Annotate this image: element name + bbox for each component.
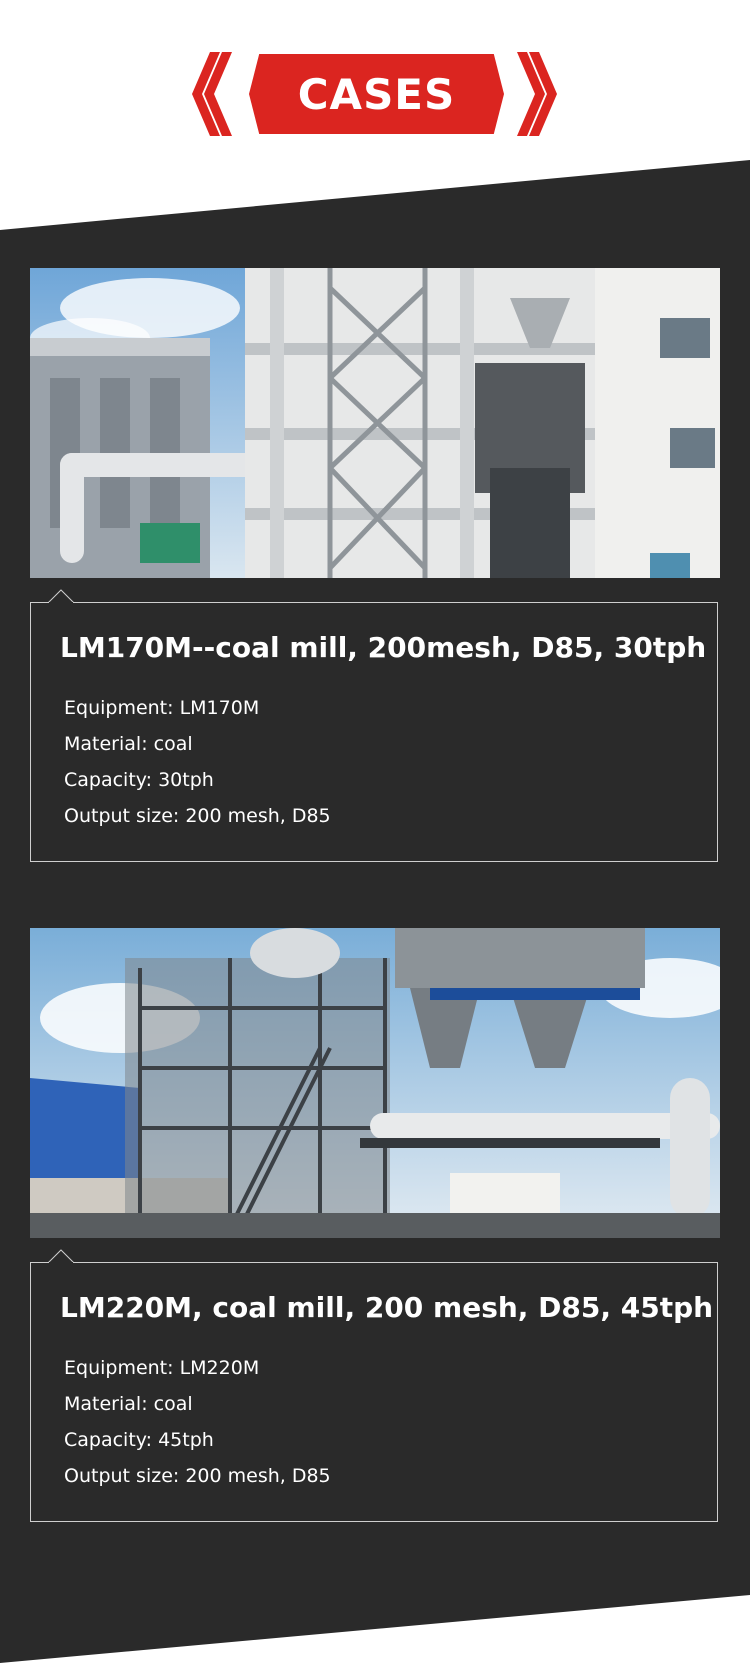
- page-title: CASES: [297, 69, 456, 119]
- plant-photo-image: [30, 928, 720, 1238]
- case-info-panel: LM170M--coal mill, 200mesh, D85, 30tph E…: [30, 589, 718, 862]
- spec-material: Material: coal: [64, 1393, 193, 1415]
- spec-list: Equipment: LM170M Material: coal Capacit…: [64, 690, 331, 834]
- spec-output-size: Output size: 200 mesh, D85: [64, 805, 331, 827]
- case-title: LM170M--coal mill, 200mesh, D85, 30tph: [60, 631, 707, 664]
- case-card: LM220M, coal mill, 200 mesh, D85, 45tph …: [30, 928, 720, 1522]
- case-info-panel: LM220M, coal mill, 200 mesh, D85, 45tph …: [30, 1249, 718, 1522]
- double-chevron-left-icon: [192, 52, 232, 136]
- spec-capacity: Capacity: 30tph: [64, 769, 214, 791]
- plant-photo-image: [30, 268, 720, 578]
- header-banner: CASES: [249, 54, 504, 134]
- spec-material: Material: coal: [64, 733, 193, 755]
- spec-output-size: Output size: 200 mesh, D85: [64, 1465, 331, 1487]
- case-photo: [30, 928, 720, 1238]
- pointer-arrow: [48, 589, 74, 603]
- spec-list: Equipment: LM220M Material: coal Capacit…: [64, 1350, 331, 1494]
- spec-equipment: Equipment: LM220M: [64, 1357, 260, 1379]
- spec-equipment: Equipment: LM170M: [64, 697, 260, 719]
- spec-capacity: Capacity: 45tph: [64, 1429, 214, 1451]
- section-header: CASES: [0, 50, 750, 136]
- case-photo: [30, 268, 720, 578]
- case-title: LM220M, coal mill, 200 mesh, D85, 45tph: [60, 1291, 714, 1324]
- double-chevron-right-icon: [517, 52, 557, 136]
- pointer-arrow: [48, 1249, 74, 1263]
- case-card: LM170M--coal mill, 200mesh, D85, 30tph E…: [30, 268, 720, 862]
